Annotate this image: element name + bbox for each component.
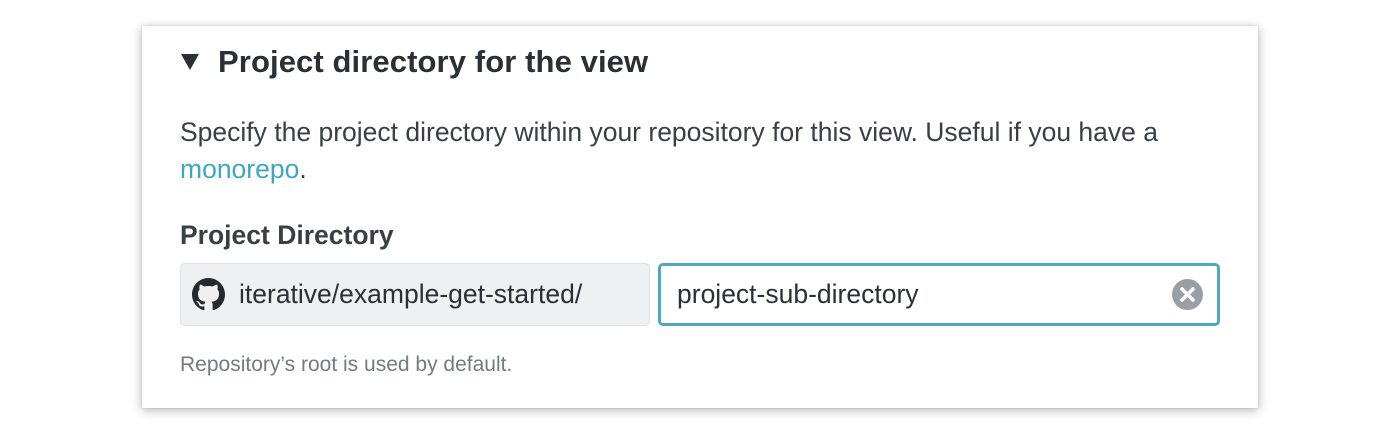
monorepo-link[interactable]: monorepo [180, 154, 299, 184]
field-label: Project Directory [180, 220, 394, 250]
description-text: Specify the project directory within you… [180, 117, 1158, 147]
clear-icon[interactable] [1172, 279, 1203, 310]
repository-prefix: iterative/example-get-started/ [180, 263, 650, 326]
project-directory-input-wrapper [658, 263, 1220, 326]
repository-prefix-text: iterative/example-get-started/ [239, 279, 583, 309]
section-title: Project directory for the view [218, 44, 649, 79]
help-text: Repository’s root is used by default. [180, 353, 513, 376]
triangle-down-icon [180, 52, 200, 72]
description-end: . [299, 154, 307, 184]
section-description: Specify the project directory within you… [180, 114, 1220, 188]
project-directory-card: Project directory for the view Specify t… [142, 26, 1258, 408]
project-directory-input[interactable] [661, 266, 1141, 323]
section-toggle[interactable]: Project directory for the view [180, 40, 648, 84]
github-icon [192, 278, 225, 311]
